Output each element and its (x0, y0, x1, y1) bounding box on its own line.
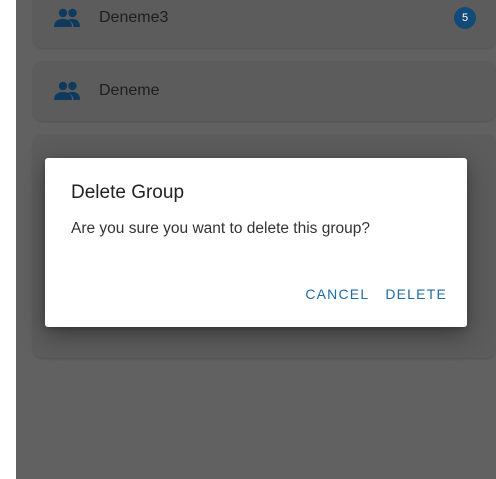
dialog-message: Are you sure you want to delete this gro… (71, 220, 370, 237)
dialog-title: Delete Group (71, 182, 185, 203)
dialog-actions: CANCEL DELETE (305, 286, 447, 302)
group-card-content: Deneme3 (53, 8, 168, 28)
delete-group-dialog: Delete Group Are you sure you want to de… (45, 158, 467, 327)
cancel-button[interactable]: CANCEL (305, 286, 369, 302)
group-name: Deneme (99, 82, 160, 99)
member-count-badge: 5 (454, 7, 476, 29)
group-icon (54, 81, 80, 100)
group-name: Deneme3 (99, 9, 169, 26)
group-card[interactable]: Deneme (33, 61, 496, 121)
delete-button[interactable]: DELETE (385, 286, 447, 302)
group-card[interactable]: Deneme3 5 (33, 0, 496, 48)
group-card-content: Deneme (53, 81, 159, 101)
group-icon (54, 8, 80, 27)
